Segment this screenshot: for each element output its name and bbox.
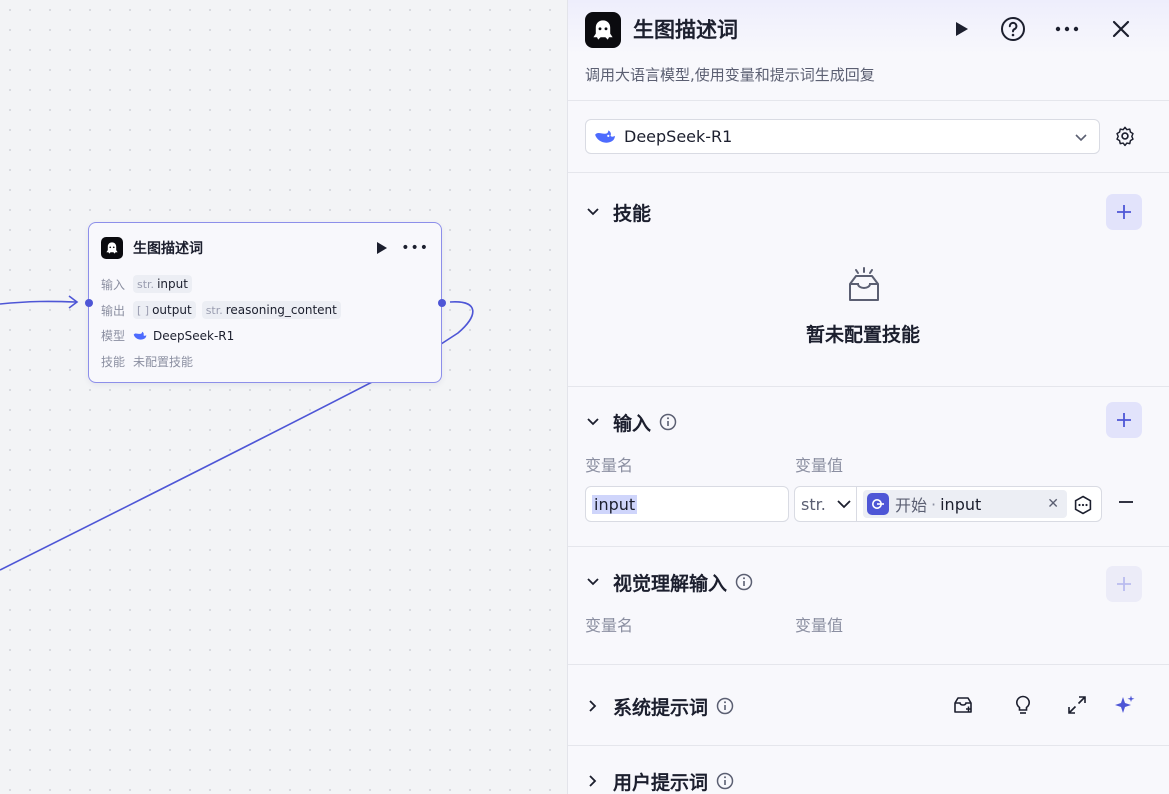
node-input-chip: str. input — [133, 275, 192, 293]
empty-box-icon — [849, 267, 879, 301]
chevron-right-icon — [589, 775, 597, 787]
node-model-value: DeepSeek-R1 — [153, 328, 235, 343]
chevron-down-icon — [587, 418, 599, 426]
chip-value: reasoning_content — [225, 303, 337, 317]
panel-description: 调用大语言模型,使用变量和提示词生成回复 — [585, 66, 875, 84]
add-input-button[interactable] — [1106, 402, 1142, 438]
variable-type-value: str. — [801, 494, 826, 514]
llm-node[interactable]: 生图描述词 ••• 输入 str. input 输出 [ ] output str.… — [85, 222, 446, 383]
deepseek-icon — [595, 129, 615, 143]
system-prompt-section-header[interactable]: 系统提示词 — [585, 694, 734, 719]
chip-value: input — [157, 277, 188, 291]
type-tag: [ ] — [137, 303, 150, 317]
incoming-edge[interactable] — [0, 300, 77, 305]
input-title: 输入 — [613, 412, 652, 435]
node-title: 生图描述词 — [133, 241, 203, 257]
more-icon[interactable]: ••• — [401, 241, 429, 255]
column-label-value: 变量值 — [795, 456, 844, 475]
node-logo-icon — [101, 237, 123, 259]
node-model-row: 模型 DeepSeek-R1 — [101, 327, 234, 344]
info-icon[interactable] — [716, 772, 734, 790]
variable-type-select[interactable]: str. — [795, 487, 857, 521]
variable-name-input[interactable]: input — [585, 486, 789, 522]
info-icon[interactable] — [735, 573, 753, 591]
skills-title: 技能 — [613, 202, 652, 225]
reference-variable: input — [940, 494, 982, 514]
skills-section-header[interactable]: 技能 — [585, 200, 652, 225]
user-prompt-section-header[interactable]: 用户提示词 — [585, 769, 734, 794]
minus-icon[interactable] — [1118, 494, 1134, 510]
node-input-label: 输入 — [101, 277, 126, 292]
column-label-name: 变量名 — [585, 616, 634, 635]
node-output-chip: str. reasoning_content — [201, 301, 341, 319]
variable-name-value: input — [592, 494, 638, 514]
panel-header: 生图描述词 调用大语言模型,使用变量和提示词生成回复 — [568, 0, 1169, 101]
node-output-row: 输出 [ ] output str. reasoning_content — [101, 301, 347, 319]
chevron-down-icon — [587, 208, 599, 216]
expand-icon[interactable] — [1066, 694, 1088, 716]
vision-input-section-header[interactable]: 视觉理解输入 — [585, 570, 753, 595]
run-icon[interactable] — [948, 16, 974, 42]
start-node-icon — [867, 493, 889, 515]
edge-layer — [0, 295, 474, 571]
node-output-label: 输出 — [101, 303, 126, 318]
vision-input-title: 视觉理解输入 — [613, 572, 728, 595]
gear-icon[interactable] — [1114, 125, 1136, 147]
add-skill-button[interactable] — [1106, 194, 1142, 230]
node-skill-label: 技能 — [101, 355, 126, 369]
node-output-chip: [ ] output — [133, 301, 196, 319]
clear-icon[interactable]: ✕ — [1047, 496, 1059, 512]
chevron-down-icon — [1075, 134, 1087, 142]
node-skill-row: 技能 未配置技能 — [101, 353, 193, 370]
input-section-header[interactable]: 输入 — [585, 410, 677, 435]
run-icon[interactable] — [377, 242, 388, 254]
close-icon[interactable] — [1108, 16, 1134, 42]
help-icon[interactable] — [1000, 16, 1026, 42]
add-vision-input-button[interactable] — [1106, 566, 1142, 602]
plus-icon — [1117, 205, 1131, 219]
node-header: 生图描述词 ••• — [101, 236, 429, 260]
column-label-name: 变量名 — [585, 456, 634, 475]
node-input-row: 输入 str. input — [101, 275, 198, 293]
model-select[interactable]: DeepSeek-R1 — [585, 119, 1100, 154]
panel-title[interactable]: 生图描述词 — [633, 14, 738, 44]
workflow-canvas[interactable]: 生图描述词 ••• 输入 str. input 输出 [ ] output str.… — [0, 0, 567, 794]
skills-empty-text: 暂未配置技能 — [805, 324, 920, 346]
type-tag: str. — [137, 277, 155, 291]
info-icon[interactable] — [659, 413, 677, 431]
chevron-right-icon — [589, 700, 597, 712]
reference-separator: · — [931, 494, 937, 514]
type-tag: str. — [205, 303, 223, 317]
system-prompt-title: 系统提示词 — [613, 696, 709, 719]
more-icon[interactable] — [1054, 16, 1080, 42]
info-icon[interactable] — [716, 697, 734, 715]
node-logo-icon — [585, 12, 621, 48]
node-model-label: 模型 — [101, 329, 126, 343]
variable-value-field[interactable]: str. 开始 · input ✕ — [794, 486, 1102, 522]
variable-pick-icon[interactable] — [1073, 495, 1093, 515]
chevron-down-icon — [587, 578, 599, 586]
reference-source: 开始 — [895, 496, 928, 515]
chip-value: output — [152, 303, 192, 317]
sparkle-icon[interactable] — [1114, 694, 1136, 716]
plus-icon — [1117, 577, 1131, 591]
column-label-value: 变量值 — [795, 616, 844, 635]
node-skill-value: 未配置技能 — [133, 355, 194, 369]
plus-icon — [1117, 413, 1131, 427]
deepseek-icon — [133, 331, 147, 340]
bulb-icon[interactable] — [1012, 694, 1034, 716]
chevron-down-icon — [837, 500, 851, 509]
input-port[interactable] — [85, 299, 93, 307]
user-prompt-title: 用户提示词 — [613, 771, 709, 794]
model-name: DeepSeek-R1 — [624, 127, 733, 146]
library-icon[interactable] — [952, 694, 974, 716]
node-config-panel: 生图描述词 调用大语言模型,使用变量和提示词生成回复 DeepSeek-R1 技… — [567, 0, 1169, 794]
variable-reference[interactable]: 开始 · input ✕ — [863, 490, 1067, 518]
output-port[interactable] — [438, 299, 446, 307]
